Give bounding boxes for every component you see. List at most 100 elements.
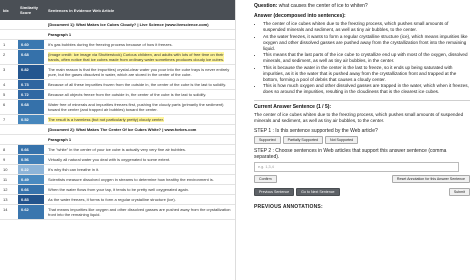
sentence-text: Because all objects freeze from the outs… <box>48 92 207 97</box>
evidence-table-panel: Idx Similarity Score Sentences in Eviden… <box>0 0 236 280</box>
row-index: 12 <box>3 187 8 192</box>
sentence-cell: Water free of minerals and impurities fr… <box>44 100 235 114</box>
similarity-score-cell: 0.72 <box>18 90 44 99</box>
table-row[interactable]: 6 0.68 Water free of minerals and impuriti… <box>0 100 235 115</box>
step1-prompt: STEP 1 : Is this sentence supported by t… <box>254 128 378 134</box>
sentence-cell: Because all objects freeze from the outs… <box>44 90 235 99</box>
question-label: Question: <box>254 3 278 9</box>
answer-item: This is because the water in the center … <box>263 65 470 83</box>
sentence-text: Scientists measure dissolved oxygen in s… <box>48 177 214 182</box>
sentence-text: Paragraph 1 <box>48 137 72 142</box>
row-index: 6 <box>3 102 6 107</box>
similarity-score-cell <box>18 30 44 39</box>
previous-sentence-button[interactable]: Previous Sentence <box>254 188 295 196</box>
annotation-panel: Question: what causes the center of ice … <box>240 0 474 280</box>
paragraph-header-row: Paragraph 1 <box>0 135 235 145</box>
row-index: 14 <box>3 207 8 212</box>
similarity-score-cell <box>18 20 44 29</box>
sentence-text: Virtually all natural water you deal wit… <box>48 157 171 162</box>
partially-supported-button[interactable]: Partially Supported <box>282 136 323 144</box>
table-row[interactable]: 12 0.66 When the water flows from your tap… <box>0 185 235 195</box>
row-index: 11 <box>3 177 8 182</box>
sentence-text: Water free of minerals and impurities fr… <box>48 102 224 112</box>
sentence-text: Paragraph 1 <box>48 32 72 37</box>
sentence-text: When the water flows from your tap, it t… <box>48 187 189 192</box>
sentence-cell: That means impurities like oxygen and ot… <box>44 205 235 219</box>
similarity-score-cell: 0.49 <box>18 175 44 184</box>
sentence-text: [Document 2]: What Makes The Center Of I… <box>48 127 197 132</box>
table-row[interactable]: 7 0.52 The result is a harmless (but not p… <box>0 115 235 125</box>
sentence-cell: Paragraph 1 <box>44 30 235 39</box>
evidence-indices-input[interactable]: e.g. 1,3,4 <box>254 162 459 172</box>
submit-button[interactable]: Submit <box>448 188 470 196</box>
table-row[interactable]: 9 0.56 Virtually all natural water you dea… <box>0 155 235 165</box>
supported-button[interactable]: Supported <box>254 136 281 144</box>
table-row[interactable]: 10 0.22 It's why fish can breathe in it. <box>0 165 235 175</box>
answer-item: As the water freezes, it wants to form a… <box>263 34 470 52</box>
document-title-row: [Document 2]: What Makes The Center Of I… <box>0 125 235 135</box>
table-row[interactable]: 4 0.73 Because of all these impurities fro… <box>0 80 235 90</box>
confirm-row: Confirm Reset Annotation for this Answer… <box>254 175 470 183</box>
next-sentence-button[interactable]: Go to Next Sentence <box>296 188 340 196</box>
reset-annotation-button[interactable]: Reset Annotation for this Answer Sentenc… <box>391 175 470 183</box>
sentence-text: The main reason is that the impurities) … <box>48 67 230 77</box>
row-index: 7 <box>3 117 6 122</box>
similarity-score-cell: 0.60 <box>18 40 44 49</box>
not-supported-button[interactable]: Not Supported <box>324 136 359 144</box>
similarity-score-cell: 0.83 <box>18 195 44 204</box>
table-row[interactable]: 5 0.72 Because all objects freeze from the… <box>0 90 235 100</box>
confirm-button[interactable]: Confirm <box>254 175 277 183</box>
sentence-text: (Image credit: Ice image via Shutterstoc… <box>48 52 225 62</box>
document-title-row: [Document 1]: What Makes Ice Cubes Cloud… <box>0 20 235 30</box>
question-text: what causes the center of ice to whiten? <box>278 3 368 9</box>
sentence-cell: As the water freezes, it forms to form a… <box>44 195 235 204</box>
sentence-cell: When the water flows from your tap, it t… <box>44 185 235 194</box>
similarity-score-cell <box>18 125 44 134</box>
sentence-text: [Document 1]: What Makes Ice Cubes Cloud… <box>48 22 209 27</box>
table-row[interactable]: 13 0.83 As the water freezes, it forms to … <box>0 195 235 205</box>
sentence-cell: [Document 2]: What Makes The Center Of I… <box>44 125 235 134</box>
sentence-cell: Because of all these impurities frozen f… <box>44 80 235 89</box>
table-body: [Document 1]: What Makes Ice Cubes Cloud… <box>0 20 235 220</box>
row-index: 3 <box>3 67 6 72</box>
answer-item: The center of ice cubes whiten due to th… <box>263 21 470 33</box>
paragraph-header-row: Paragraph 1 <box>0 30 235 40</box>
table-row[interactable]: 14 0.62 That means impurities like oxygen … <box>0 205 235 220</box>
similarity-score-cell: 0.68 <box>18 50 44 64</box>
similarity-score-cell: 0.68 <box>18 100 44 114</box>
sentence-cell: Virtually all natural water you deal wit… <box>44 155 235 164</box>
similarity-score-cell: 0.82 <box>18 65 44 79</box>
row-index: 4 <box>3 82 6 87</box>
sentence-text: It's gas bubbles during the freezing pro… <box>48 42 173 47</box>
table-row[interactable]: 3 0.82 The main reason is that the impurit… <box>0 65 235 80</box>
step2-prompt: STEP 2 : Choose sentences in Web article… <box>254 148 447 160</box>
sentence-cell: The result is a harmless (but not partic… <box>44 115 235 124</box>
row-index: 2 <box>3 52 6 57</box>
header-sentences: Sentences in Evidence Web Article <box>48 7 115 13</box>
answer-item: This is how much oxygen and other dissol… <box>263 83 470 95</box>
sentence-cell: The main reason is that the impurities) … <box>44 65 235 79</box>
answer-label: Answer (decomposed into sentences): <box>254 13 346 19</box>
sentence-cell: [Document 1]: What Makes Ice Cubes Cloud… <box>44 20 235 29</box>
row-index: 13 <box>3 197 8 202</box>
current-sentence-text: The center of ice cubes whiten due to th… <box>254 112 464 123</box>
divider <box>254 100 470 101</box>
sentence-text: Because of all these impurities frozen f… <box>48 82 227 87</box>
row-index <box>0 20 18 29</box>
sentence-text: That means impurities like oxygen and ot… <box>48 207 231 217</box>
row-index: 10 <box>3 167 8 172</box>
similarity-score-cell: 0.52 <box>18 115 44 124</box>
table-header: Idx Similarity Score Sentences in Eviden… <box>0 0 235 20</box>
table-row[interactable]: 1 0.60 It's gas bubbles during the freezin… <box>0 40 235 50</box>
table-row[interactable]: 11 0.49 Scientists measure dissolved oxyge… <box>0 175 235 185</box>
row-index: 5 <box>3 92 6 97</box>
table-row[interactable]: 2 0.68 (Image credit: Ice image via Shutte… <box>0 50 235 65</box>
similarity-score-cell <box>18 135 44 144</box>
sentence-cell: Scientists measure dissolved oxygen in s… <box>44 175 235 184</box>
row-index: 8 <box>3 147 6 152</box>
table-row[interactable]: 8 0.66 The "white" in the center of your i… <box>0 145 235 155</box>
row-index: 1 <box>3 42 6 47</box>
header-similarity-score: Similarity Score <box>20 5 39 15</box>
row-index <box>0 30 18 39</box>
question: Question: what causes the center of ice … <box>254 3 470 10</box>
